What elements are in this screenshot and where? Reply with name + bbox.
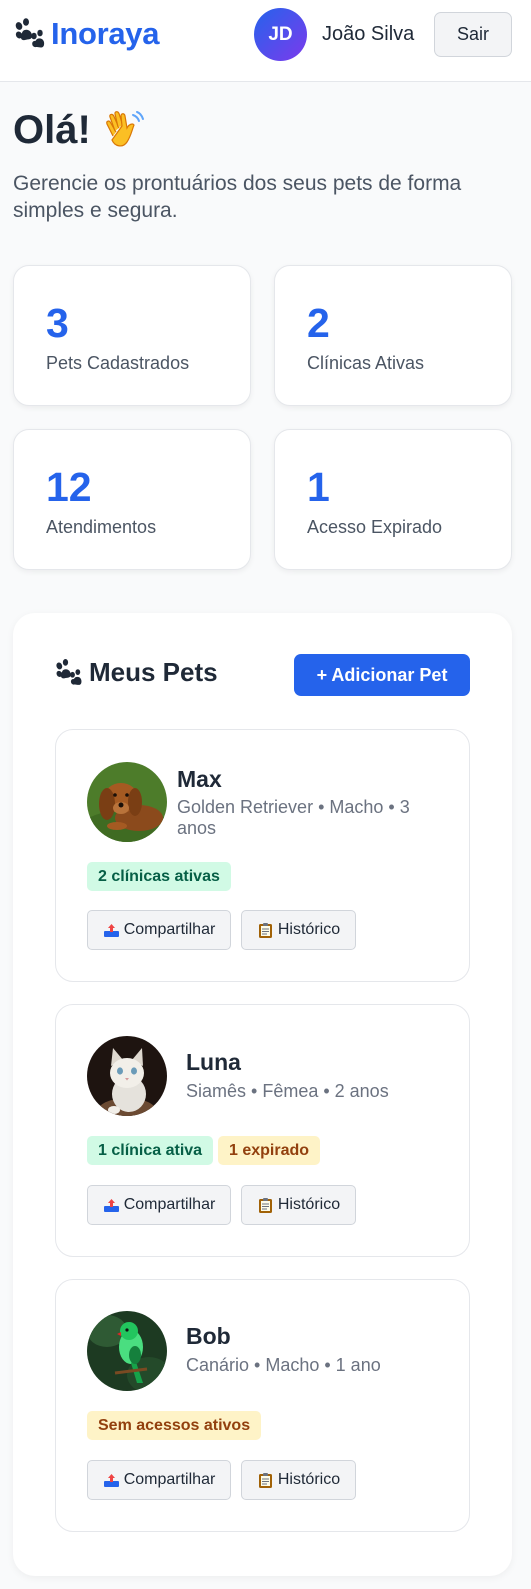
paw-icon [15,18,45,48]
brand-name: Inoraya [51,16,160,51]
stat-label: Clínicas Ativas [307,353,425,373]
share-button[interactable]: Compartilhar [87,1185,231,1225]
paw-icon [56,658,82,685]
stat-label: Atendimentos [46,517,157,537]
outbox-tray-icon [103,923,119,937]
pets-section-title: Meus Pets [54,657,218,688]
add-pet-button[interactable]: + Adicionar Pet [294,654,470,696]
outbox-tray-icon [103,1473,119,1487]
user-name: João Silva [322,23,415,45]
status-badge: 2 clínicas ativas [87,862,231,891]
share-button-label: Compartilhar [123,1196,216,1213]
welcome-subtitle: Gerencie os prontuários dos seus pets de… [13,172,462,222]
clipboard-icon [258,922,272,938]
avatar[interactable]: JD [254,8,307,61]
share-button-label: Compartilhar [123,1471,216,1488]
pet-photo-luna [87,1036,167,1116]
logout-button[interactable]: Sair [434,12,512,57]
pet-name: Bob [186,1323,231,1349]
history-button-label: Histórico [277,921,341,938]
brand-logo[interactable]: Inoraya [13,16,159,52]
pets-panel: Meus Pets + Adicionar Pet Max Golden Ret… [13,613,512,1576]
outbox-tray-icon [103,1198,119,1212]
pet-card-bob[interactable]: Bob Canário • Macho • 1 ano Sem acessos … [55,1279,470,1532]
status-badge: Sem acessos ativos [87,1411,262,1440]
stat-card-expired: 1 Acesso Expirado [274,429,512,570]
dog-photo [87,762,167,842]
stat-card-clinics: 2 Clínicas Ativas [274,265,512,406]
stat-value: 1 [307,464,330,510]
stat-value: 3 [46,300,69,346]
top-header: Inoraya JD João Silva Sair [0,0,531,82]
share-button[interactable]: Compartilhar [87,910,231,950]
waving-hand-icon [106,111,144,147]
welcome-title-text: Olá! [13,107,91,152]
stat-card-pets: 3 Pets Cadastrados [13,265,251,406]
status-badge: 1 expirado [218,1136,321,1165]
pet-name: Luna [186,1049,241,1075]
history-button-label: Histórico [277,1471,341,1488]
history-button[interactable]: Histórico [241,910,356,950]
history-button[interactable]: Histórico [241,1185,356,1225]
status-badge: 1 clínica ativa [87,1136,214,1165]
welcome-heading: Olá! [13,106,147,154]
pets-section-title-text: Meus Pets [89,657,218,687]
stat-card-appointments: 12 Atendimentos [13,429,251,570]
pet-meta: Golden Retriever • Macho • 3 anos [177,797,410,838]
stat-value: 2 [307,300,330,346]
cat-photo [87,1036,167,1116]
bird-photo [87,1311,167,1391]
stat-label: Pets Cadastrados [46,353,190,373]
stat-label: Acesso Expirado [307,517,443,537]
clipboard-icon [258,1472,272,1488]
share-button-label: Compartilhar [123,921,216,938]
pet-photo-max [87,762,167,842]
history-button-label: Histórico [277,1196,341,1213]
history-button[interactable]: Histórico [241,1460,356,1500]
pet-card-max[interactable]: Max Golden Retriever • Macho • 3 anos 2 … [55,729,470,982]
pet-meta: Canário • Macho • 1 ano [186,1355,381,1375]
pet-photo-bob [87,1311,167,1391]
share-button[interactable]: Compartilhar [87,1460,231,1500]
pet-card-luna[interactable]: Luna Siamês • Fêmea • 2 anos 1 clínica a… [55,1004,470,1257]
pet-name: Max [177,766,222,792]
clipboard-icon [258,1197,272,1213]
pet-meta: Siamês • Fêmea • 2 anos [186,1081,389,1101]
stat-value: 12 [46,464,92,510]
